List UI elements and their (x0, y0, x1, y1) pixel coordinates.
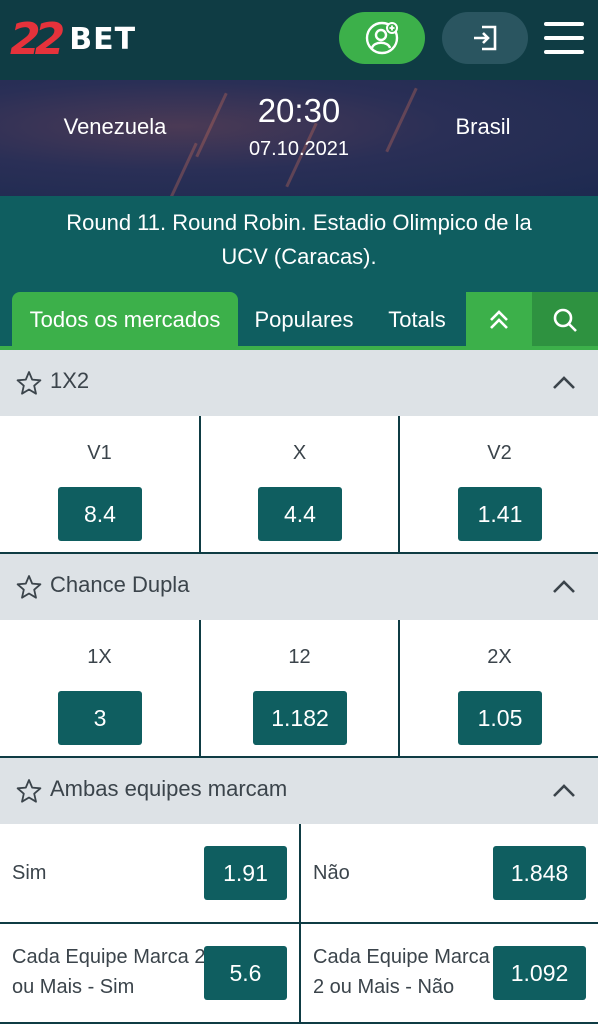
outcome-label: V1 (87, 442, 112, 464)
odd-button[interactable]: 1.91 (204, 846, 287, 900)
odd-button[interactable]: 1.182 (253, 691, 347, 745)
home-team: Venezuela (63, 114, 167, 139)
login-icon (474, 25, 497, 51)
market-title: Ambas equipes marcam (50, 776, 288, 801)
tab-popular[interactable]: Populares (244, 292, 364, 348)
user-plus-icon (365, 21, 399, 55)
market-row: Sim 1.91 Não 1.848 (0, 824, 598, 924)
market-header-double-chance[interactable]: Chance Dupla (0, 554, 598, 620)
outcome-label-line: Cada Equipe Marca (313, 946, 490, 968)
logo-number: 22 (10, 13, 65, 65)
outcome-label: 1X (87, 646, 112, 668)
match-date: 07.10.2021 (248, 138, 350, 160)
chevron-up-icon[interactable] (550, 576, 578, 598)
star-icon[interactable] (16, 370, 42, 396)
outcome-cell: 12 1.182 (200, 620, 399, 756)
match-info-text: Round 11. Round Robin. Estadio Olimpico … (66, 210, 532, 269)
outcome-label-line: ou Mais - Sim (12, 976, 135, 998)
outcome-cell: V1 8.4 (0, 416, 199, 552)
market-title: Chance Dupla (50, 572, 190, 597)
market-row: Cada Equipe Marca 2 ou Mais - Sim 5.6 Ca… (0, 924, 598, 1024)
outcome-label-line: 2 ou Mais - Não (313, 976, 455, 998)
divider (299, 824, 301, 924)
outcome-cell: V2 1.41 (400, 416, 598, 552)
odd-button[interactable]: 5.6 (204, 946, 287, 1000)
divider (299, 924, 301, 1024)
logo[interactable]: 22 BET (10, 10, 136, 68)
odd-button[interactable]: 1.092 (493, 946, 586, 1000)
outcome-label: Cada Equipe Marca 2 ou Mais - Sim (12, 942, 205, 1002)
market-outcomes-double-chance: 1X 3 12 1.182 2X 1.05 (0, 620, 598, 758)
match-header: Venezuela 20:30 07.10.2021 Brasil (0, 80, 598, 196)
outcome-cell: 2X 1.05 (400, 620, 598, 756)
odd-button[interactable]: 4.4 (258, 487, 342, 541)
collapse-all-button[interactable] (466, 292, 532, 348)
odd-button[interactable]: 3 (58, 691, 142, 745)
chevron-up-icon[interactable] (550, 372, 578, 394)
odd-button[interactable]: 1.41 (458, 487, 542, 541)
outcome-label: Não (313, 862, 350, 884)
star-icon[interactable] (16, 778, 42, 804)
market-outcomes-1x2: V1 8.4 X 4.4 V2 1.41 (0, 416, 598, 554)
odd-button[interactable]: 1.848 (493, 846, 586, 900)
star-icon[interactable] (16, 574, 42, 600)
outcome-label: X (292, 442, 307, 464)
logo-text: BET (69, 21, 137, 57)
outcome-cell: X 4.4 (200, 416, 399, 552)
outcome-cell: 1X 3 (0, 620, 199, 756)
search-button[interactable] (532, 292, 598, 348)
match-time: 20:30 (257, 92, 341, 129)
market-header-both-teams-score[interactable]: Ambas equipes marcam (0, 758, 598, 824)
outcome-label: V2 (487, 442, 512, 464)
outcome-label-line: Cada Equipe Marca 2 (12, 946, 206, 968)
outcome-label: Sim (12, 862, 47, 884)
tab-all-markets[interactable]: Todos os mercados (12, 292, 238, 348)
outcome-label: 12 (288, 646, 311, 668)
hamburger-menu-icon[interactable] (542, 18, 586, 58)
odd-button[interactable]: 1.05 (458, 691, 542, 745)
tab-totals[interactable]: Totals (374, 292, 460, 348)
odd-button[interactable]: 8.4 (58, 487, 142, 541)
outcome-label: Cada Equipe Marca 2 ou Mais - Não (313, 942, 490, 1002)
double-chevron-up-icon (490, 310, 508, 329)
top-bar: 22 BET (0, 0, 598, 80)
market-header-1x2[interactable]: 1X2 (0, 350, 598, 416)
away-team: Brasil (455, 114, 511, 139)
login-button[interactable] (442, 12, 528, 64)
market-title: 1X2 (50, 368, 90, 393)
chevron-up-icon[interactable] (550, 780, 578, 802)
register-button[interactable] (339, 12, 425, 64)
outcome-label: 2X (487, 646, 512, 668)
search-icon (553, 308, 577, 332)
